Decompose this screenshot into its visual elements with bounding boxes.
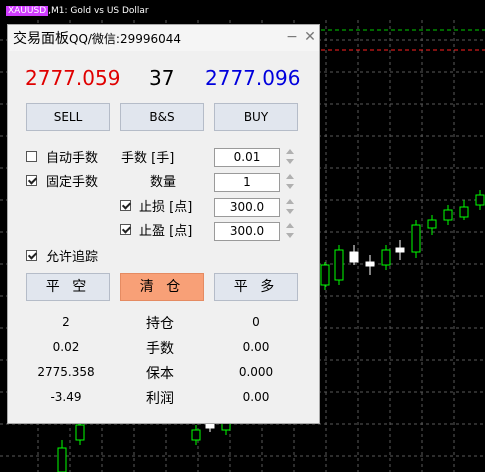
fixed-lot-label: 固定手数 xyxy=(46,175,99,190)
panel-contact: QQ/微信:29996044 xyxy=(69,32,182,46)
stat-buy-breakeven: 0.000 xyxy=(238,365,274,379)
spread-value: 37 xyxy=(149,66,175,90)
take-profit-label: 止盈 [点] xyxy=(139,224,193,239)
take-profit-input[interactable]: 300.0 xyxy=(214,222,280,241)
take-profit-spinner[interactable] xyxy=(286,222,296,240)
stop-loss-spinner[interactable] xyxy=(286,198,296,216)
candle-body xyxy=(191,429,201,441)
stop-loss-input[interactable]: 300.0 xyxy=(214,198,280,217)
take-profit-checkbox[interactable] xyxy=(120,224,131,235)
stat-sell-positions: 2 xyxy=(62,315,70,329)
stop-loss-label: 止损 [点] xyxy=(139,200,193,215)
candle-body xyxy=(334,249,344,281)
candle-body xyxy=(57,447,67,472)
stat-buy-positions: 0 xyxy=(252,315,260,329)
close-long-button[interactable]: 平 多 xyxy=(214,273,298,301)
close-all-button[interactable]: 清 仓 xyxy=(120,273,204,301)
qty-input[interactable]: 1 xyxy=(214,173,280,192)
candle-body xyxy=(395,247,405,253)
trailing-label: 允许追踪 xyxy=(46,250,99,265)
close-short-button[interactable]: 平 空 xyxy=(26,273,110,301)
stat-label-breakeven: 保本 xyxy=(146,366,174,382)
candle-body xyxy=(365,261,375,267)
candle-body xyxy=(75,424,85,441)
auto-lot-label: 自动手数 xyxy=(46,151,99,166)
trailing-checkbox[interactable] xyxy=(26,250,37,261)
chart-title-text: ,M1: Gold vs US Dollar xyxy=(48,6,149,16)
panel-title-text: 交易面板 xyxy=(13,31,69,47)
lots-spinner[interactable] xyxy=(286,148,296,166)
trade-panel: 交易面板QQ/微信:29996044 − ✕ 2777.059 37 2777.… xyxy=(7,24,320,424)
close-icon[interactable]: ✕ xyxy=(301,28,319,46)
candle-body xyxy=(459,206,469,218)
buy-button[interactable]: BUY xyxy=(214,103,298,131)
ask-price: 2777.096 xyxy=(205,66,301,90)
auto-lot-checkbox[interactable] xyxy=(26,151,37,162)
lots-input[interactable]: 0.01 xyxy=(214,148,280,167)
sell-button[interactable]: SELL xyxy=(26,103,110,131)
stat-label-positions: 持仓 xyxy=(146,316,174,332)
candle-body xyxy=(443,209,453,221)
stat-label-profit: 利润 xyxy=(146,391,174,407)
candle-body xyxy=(320,264,330,286)
candle-body xyxy=(349,251,359,263)
stat-sell-profit: -3.49 xyxy=(50,390,82,404)
fixed-lot-checkbox[interactable] xyxy=(26,175,37,186)
price-row: 2777.059 37 2777.096 xyxy=(8,65,319,93)
candle-body xyxy=(475,194,485,206)
minimize-icon[interactable]: − xyxy=(283,28,301,46)
qty-spinner[interactable] xyxy=(286,173,296,191)
chart-symbol: XAUUSD xyxy=(6,6,49,16)
chart-title: XAUUSD ,M1: Gold vs US Dollar xyxy=(6,5,149,17)
stat-buy-lots: 0.00 xyxy=(242,340,270,354)
qty-label: 数量 xyxy=(150,175,177,190)
candle-body xyxy=(381,249,391,266)
stat-buy-profit: 0.00 xyxy=(242,390,270,404)
bid-price: 2777.059 xyxy=(25,66,121,90)
lots-label: 手数 [手] xyxy=(121,151,175,166)
stop-loss-checkbox[interactable] xyxy=(120,200,131,211)
buy-and-sell-button[interactable]: B&S xyxy=(120,103,204,131)
stat-sell-lots: 0.02 xyxy=(52,340,80,354)
stat-label-lots: 手数 xyxy=(146,341,174,357)
candle-body xyxy=(427,219,437,229)
stat-sell-breakeven: 2775.358 xyxy=(37,365,95,379)
panel-titlebar[interactable]: 交易面板QQ/微信:29996044 − ✕ xyxy=(8,25,319,51)
candle-body xyxy=(411,224,421,253)
panel-title: 交易面板QQ/微信:29996044 xyxy=(13,28,181,48)
